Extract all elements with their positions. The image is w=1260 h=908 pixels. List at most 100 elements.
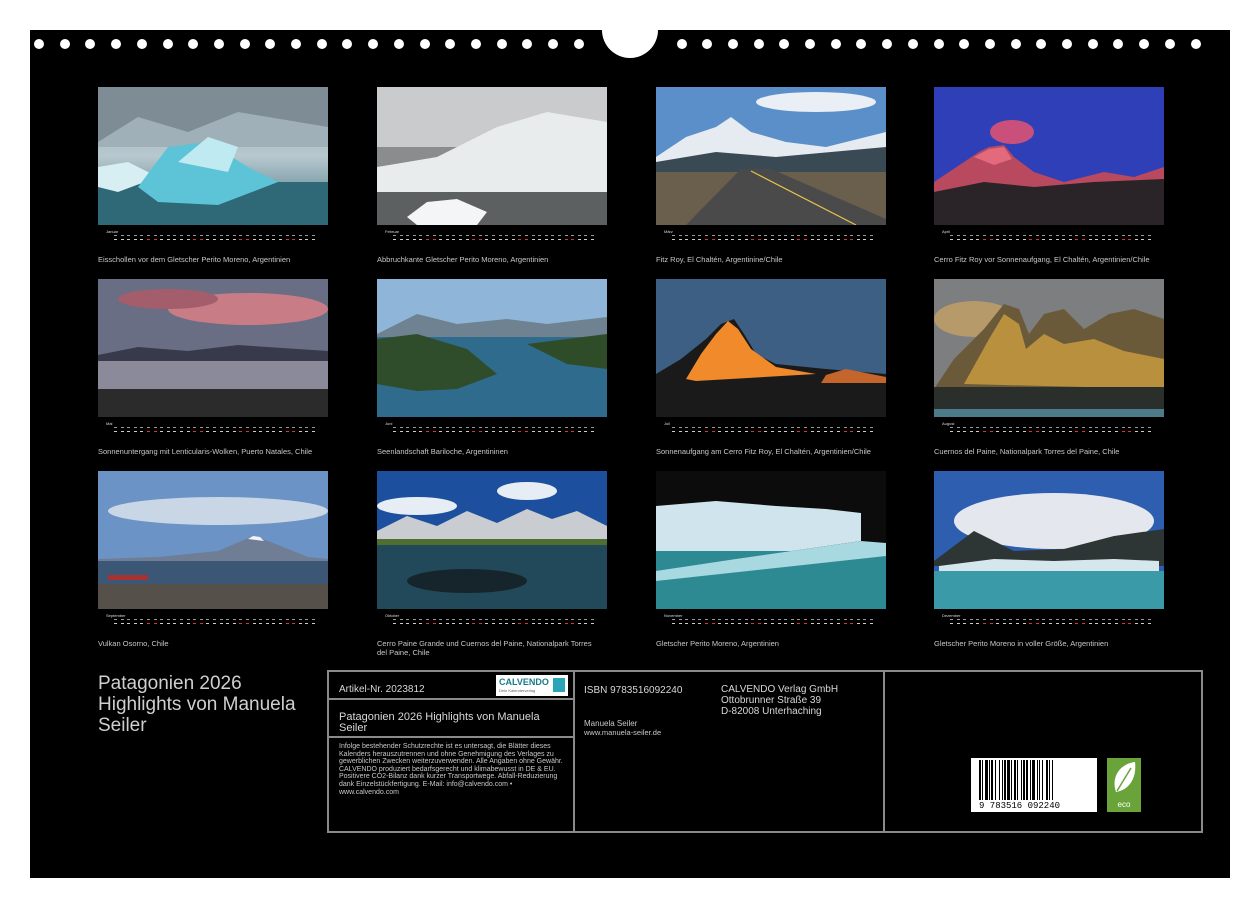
- calendar-day: [544, 235, 548, 236]
- barcode-bar: [1046, 760, 1048, 800]
- calendar-day: [147, 239, 150, 240]
- calendar-day: [160, 239, 164, 240]
- month-tile-september: September Vulkan Osorno, Chile: [98, 471, 328, 649]
- barcode-bar: [979, 760, 981, 800]
- calendar-day: [1141, 427, 1145, 428]
- calendar-day: [180, 239, 183, 240]
- calendar-day: [678, 619, 682, 620]
- barcode-bar: [1023, 760, 1025, 800]
- calendar-day: [1075, 239, 1079, 240]
- calendar-day: [564, 623, 568, 624]
- calendar-day: [305, 619, 309, 620]
- calendar-day: [956, 431, 960, 432]
- calendar-day: [459, 239, 462, 240]
- calendar-day: [199, 623, 203, 624]
- photo-caption: Cerro Fitz Roy vor Sonnenaufgang, El Cha…: [934, 255, 1150, 264]
- calendar-day: [1141, 235, 1145, 236]
- barcode-bar: [1042, 760, 1043, 800]
- calendar-day: [393, 623, 396, 624]
- calendar-day: [445, 431, 449, 432]
- calendar-day: [1075, 431, 1079, 432]
- calendar-day: [784, 235, 788, 236]
- calendar-day: [1002, 427, 1006, 428]
- calendar-day: [950, 431, 953, 432]
- calendar-day: [678, 427, 682, 428]
- binding-hole: [1010, 39, 1021, 49]
- calendar-day: [1121, 431, 1125, 432]
- calendar-day: [445, 239, 449, 240]
- calendar-day: [810, 431, 814, 432]
- calendar-day: [199, 619, 203, 620]
- calendar-day: [199, 235, 203, 236]
- calendar-day: [127, 431, 131, 432]
- calendar-day: [166, 623, 170, 624]
- binding-hole: [85, 39, 96, 49]
- calendar-day: [478, 431, 482, 432]
- calendar-day: [265, 619, 269, 620]
- calendar-day: [996, 427, 1000, 428]
- calendar-day: [996, 235, 1000, 236]
- calendar-day: [492, 239, 495, 240]
- calendar-day: [127, 623, 131, 624]
- calendar-day: [465, 427, 469, 428]
- calendar-day: [744, 619, 748, 620]
- calendar-day: [1068, 431, 1072, 432]
- calendar-day: [292, 623, 296, 624]
- calendar-day: [685, 431, 689, 432]
- calendar-day: [711, 427, 715, 428]
- calendar-day: [558, 235, 561, 236]
- calendar-day: [771, 431, 774, 432]
- calendar-day: [492, 431, 495, 432]
- calendar-day: [830, 623, 834, 624]
- calendar-day: [472, 239, 476, 240]
- calendar-day: [272, 623, 276, 624]
- calendar-day: [525, 623, 528, 624]
- binding-hole: [162, 39, 173, 49]
- calendar-day: [691, 235, 695, 236]
- calendar-day: [485, 623, 489, 624]
- calendar-day: [459, 623, 462, 624]
- calendar-day: [577, 427, 581, 428]
- calendar-day: [127, 619, 131, 620]
- calendar-day: [757, 623, 761, 624]
- calendar-day: [538, 239, 542, 240]
- calendar-day: [133, 235, 137, 236]
- binding-hole: [676, 39, 687, 49]
- binding-hole: [239, 39, 250, 49]
- calendar-day: [452, 239, 456, 240]
- calendar-day: [1055, 623, 1059, 624]
- calendar-day: [153, 619, 157, 620]
- photo-caption: Seenlandschaft Bariloche, Argentininen: [377, 447, 508, 456]
- calendar-day: [1115, 239, 1118, 240]
- calendar-day: [538, 623, 542, 624]
- calendar-day: [538, 427, 542, 428]
- photo-caption: Abbruchkante Gletscher Perito Moreno, Ar…: [377, 255, 549, 264]
- calendar-day: [817, 239, 821, 240]
- mini-calendar: [377, 618, 607, 628]
- calendar-day: [856, 431, 860, 432]
- calendar-day: [1088, 235, 1092, 236]
- calendar-day: [298, 239, 302, 240]
- calendar-day: [1029, 623, 1033, 624]
- month-tile-january: Januar Eisschollen vor dem Gletscher Per…: [98, 87, 328, 265]
- calendar-day: [672, 619, 675, 620]
- calendar-day: [406, 235, 410, 236]
- calendar-day: [863, 431, 867, 432]
- calendar-day: [584, 619, 588, 620]
- calendar-day: [498, 431, 502, 432]
- calendar-day: [804, 619, 807, 620]
- photo-caption: Cuernos del Paine, Nationalpark Torres d…: [934, 447, 1120, 456]
- calendar-day: [790, 431, 794, 432]
- calendar-day: [232, 235, 236, 236]
- calendar-day: [1095, 235, 1099, 236]
- mini-calendar: [656, 618, 886, 628]
- calendar-day: [285, 235, 289, 236]
- calendar-day: [705, 427, 708, 428]
- calendar-day: [584, 235, 588, 236]
- calendar-day: [1134, 431, 1138, 432]
- calendar-day: [698, 427, 702, 428]
- calendar-day: [804, 431, 807, 432]
- calendar-day: [166, 235, 170, 236]
- calendar-day: [393, 431, 396, 432]
- photo-caption: Gletscher Perito Moreno in voller Größe,…: [934, 639, 1109, 648]
